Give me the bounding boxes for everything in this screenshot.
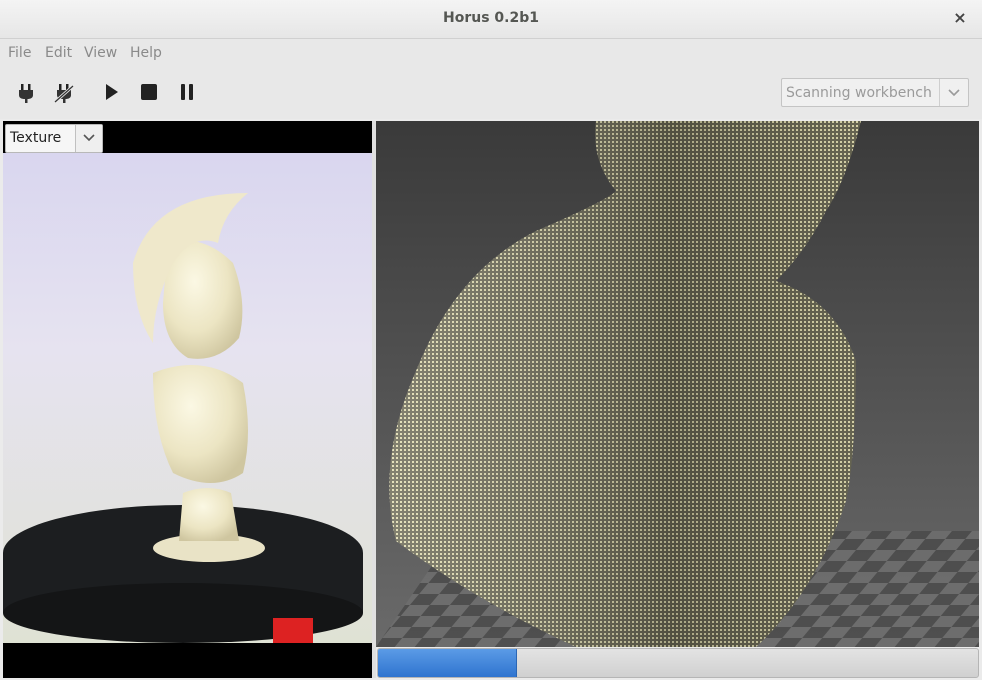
disconnect-button[interactable] (48, 77, 78, 107)
texture-select[interactable]: Texture (5, 124, 103, 153)
workbench-select[interactable]: Scanning workbench (781, 78, 969, 107)
connect-button[interactable] (10, 77, 40, 107)
play-icon (106, 84, 118, 100)
chevron-down-icon (939, 79, 968, 106)
play-button[interactable] (96, 77, 126, 107)
stop-button[interactable] (134, 77, 164, 107)
workbench-select-label: Scanning workbench (786, 85, 932, 101)
menu-bar: File Edit View Help (0, 39, 982, 67)
menu-file[interactable]: File (8, 45, 31, 61)
menu-edit[interactable]: Edit (45, 45, 72, 61)
menu-view[interactable]: View (84, 45, 117, 61)
camera-image (3, 153, 372, 643)
chevron-down-icon (75, 125, 102, 152)
pause-icon (181, 84, 193, 100)
progress-fill (378, 649, 517, 677)
menu-help[interactable]: Help (130, 45, 162, 61)
disconnect-icon (54, 84, 74, 104)
title-bar: Horus 0.2b1 × (0, 0, 982, 39)
texture-select-label: Texture (10, 130, 62, 146)
pause-button[interactable] (172, 77, 202, 107)
camera-panel: Texture (3, 121, 372, 678)
scan-progress-bar (377, 648, 979, 678)
point-cloud-viewport[interactable] (376, 121, 979, 647)
close-icon[interactable]: × (950, 8, 970, 28)
connect-icon (19, 84, 33, 103)
window-title: Horus 0.2b1 (443, 10, 539, 26)
stop-icon (141, 84, 157, 100)
